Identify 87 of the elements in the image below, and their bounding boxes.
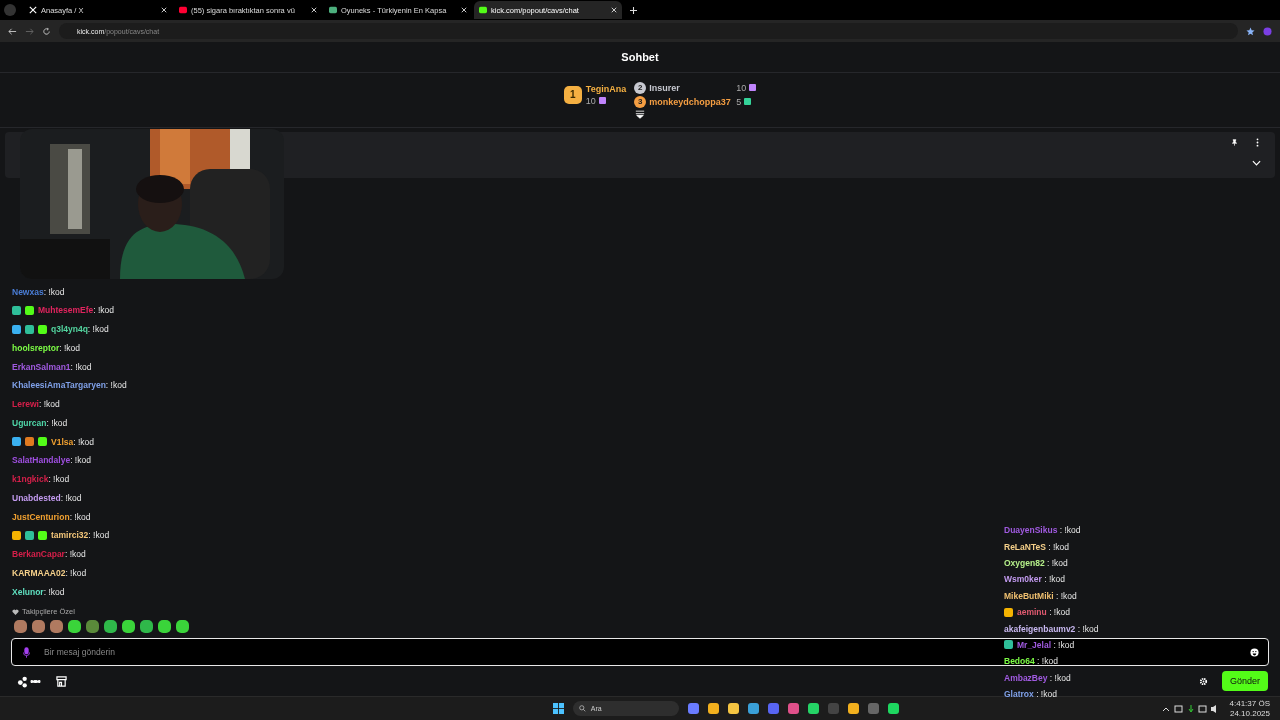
chat-message: Bedo64 : !kod [1004, 656, 1058, 667]
chat-message: Mr_Jelal : !kod [1017, 639, 1075, 650]
profile-icon[interactable] [1263, 26, 1272, 36]
new-tab-icon[interactable] [630, 6, 637, 14]
chat-message: Glatrox : !kod [1004, 689, 1057, 700]
chat-message: ReLaNTeS : !kod [1004, 541, 1070, 552]
start-icon[interactable] [552, 703, 564, 714]
search-icon [578, 705, 586, 712]
emote-icon[interactable] [140, 619, 153, 633]
gift-count: 10 [585, 95, 596, 106]
badge-icon [1004, 640, 1013, 650]
send-button[interactable]: Gönder [1221, 671, 1268, 691]
site-icon [329, 6, 337, 14]
leader-name: TeginAna [585, 83, 627, 94]
emote-icon[interactable] [86, 619, 99, 633]
chat-message: AmbazBey : !kod [1004, 672, 1071, 683]
close-icon[interactable] [611, 7, 617, 13]
chevron-down-icon[interactable] [1252, 160, 1261, 166]
app-icon[interactable] [687, 703, 699, 714]
chat-message: KhaleesiAmaTargaryen: !kod [12, 380, 127, 391]
chat-message: MikeButMiki : !kod [1004, 590, 1077, 601]
emoji-icon[interactable] [1250, 647, 1259, 657]
leader-name: monkeydchoppa37 [649, 96, 732, 107]
close-icon[interactable] [161, 7, 167, 13]
chat-message: Oxygen82 : !kod [1004, 557, 1068, 568]
app-icon[interactable] [727, 703, 739, 714]
chat-message: KARMAAA02: !kod [12, 567, 87, 578]
app-icon[interactable] [887, 703, 899, 714]
expand-icon[interactable] [635, 109, 645, 119]
app-icon[interactable] [847, 703, 859, 714]
channel-points-icon[interactable] [16, 674, 42, 688]
app-icon[interactable] [707, 703, 719, 714]
site-icon [29, 6, 37, 14]
chat-message: Lerewi: !kod [12, 399, 60, 410]
emote-icon[interactable] [176, 619, 189, 633]
rank-badge: 2 [634, 81, 647, 94]
forward-icon[interactable] [25, 26, 34, 36]
emote-icon[interactable] [14, 619, 27, 633]
chat-message: DuayenSikus : !kod [1004, 525, 1081, 536]
store-icon[interactable] [56, 675, 67, 687]
settings-icon[interactable] [1198, 676, 1208, 686]
chat-message: Unabdested: !kod [12, 492, 82, 503]
chat-message: akafeigenbaumv2 : !kod [1004, 623, 1099, 634]
reload-icon[interactable] [42, 26, 51, 36]
app-icon[interactable] [747, 703, 759, 714]
pin-icon[interactable] [1231, 138, 1238, 147]
chat-message: V1lsa: !kod [51, 436, 94, 447]
chat-message: Newxas: !kod [12, 286, 65, 297]
badge-icon [1004, 607, 1013, 617]
emote-icon[interactable] [122, 619, 135, 633]
emote-icon[interactable] [158, 619, 171, 633]
rank-badge: 3 [634, 95, 647, 108]
site-icon [179, 6, 187, 14]
chat-message: Wsm0ker : !kod [1004, 574, 1065, 585]
chat-message: aeminu : !kod [1017, 607, 1070, 618]
chat-message: MuhtesemEfe: !kod [38, 305, 115, 316]
heart-icon [12, 608, 19, 615]
rank-badge: 1 [563, 85, 582, 104]
gift-count: 5 [736, 96, 742, 107]
chat-message: k1ngkick: !kod [12, 474, 70, 485]
bookmark-star-icon[interactable] [1246, 26, 1255, 36]
emote-icon[interactable] [32, 619, 45, 633]
site-icon [479, 6, 487, 14]
chat-message: hoolsreptor: !kod [12, 342, 81, 353]
back-icon[interactable] [8, 26, 17, 36]
more-icon[interactable] [1254, 138, 1261, 147]
clock-time: 4:41:37 ÖS [1229, 698, 1270, 709]
chat-message: tamirci32: !kod [51, 530, 110, 541]
app-icon[interactable] [807, 703, 819, 714]
emote-icon[interactable] [104, 619, 117, 633]
emote-icon[interactable] [50, 619, 63, 633]
chat-message: BerkanCapar: !kod [12, 549, 86, 560]
chat-message: ErkanSalman1: !kod [12, 361, 92, 372]
emote-icon[interactable] [68, 619, 81, 633]
chat-message: JustCenturion: !kod [12, 511, 91, 522]
chat-title: Sohbet [621, 51, 659, 63]
chat-message: Ugurcan: !kod [12, 417, 68, 428]
chat-message: q3l4yn4q: !kod [51, 324, 109, 335]
chat-message: Xelunor: !kod [12, 586, 65, 597]
microphone-icon[interactable] [23, 646, 30, 658]
clock-date: 24.10.2025 [1229, 708, 1270, 719]
chat-message: SalatHandalye: !kod [12, 455, 91, 466]
close-icon[interactable] [461, 7, 467, 13]
leader-name: Insurer [649, 82, 681, 93]
gift-count: 10 [736, 82, 747, 93]
app-icon[interactable] [787, 703, 799, 714]
close-icon[interactable] [311, 7, 317, 13]
